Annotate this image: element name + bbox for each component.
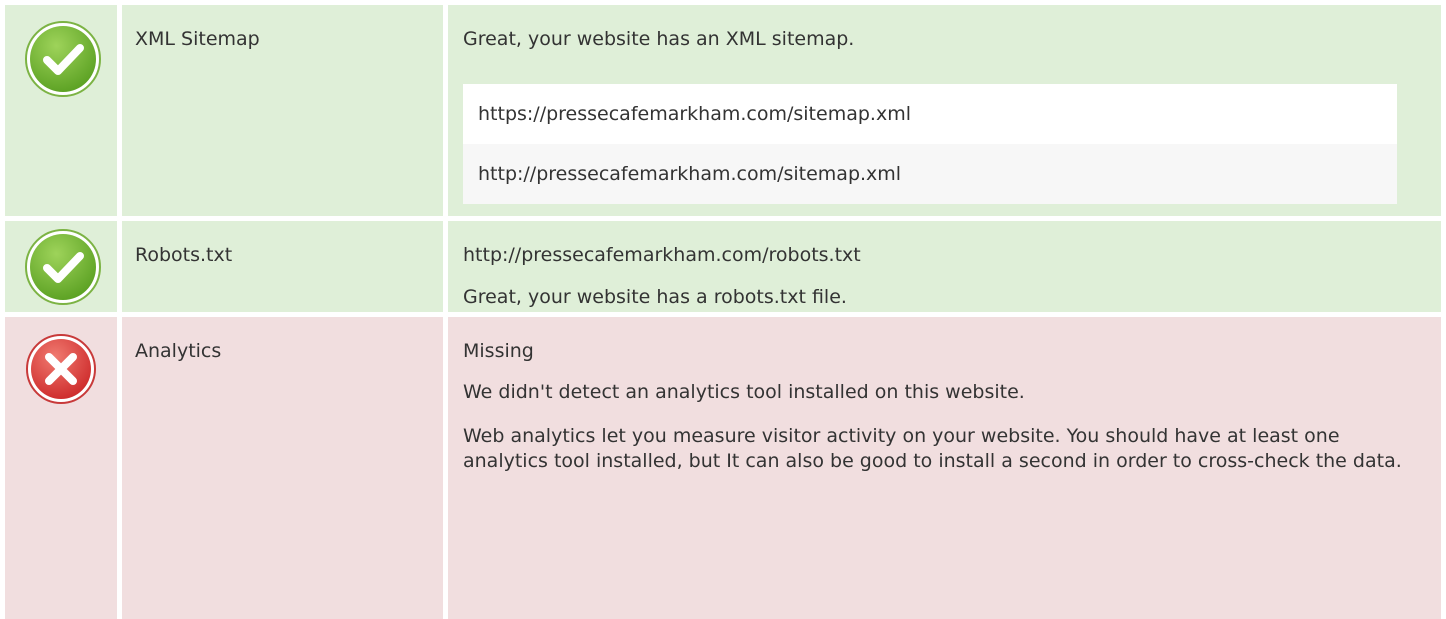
analytics-result: Missing xyxy=(463,340,534,362)
check-label-cell: Analytics xyxy=(122,317,443,619)
check-label-cell: Robots.txt xyxy=(122,221,443,312)
error-circle-icon xyxy=(25,333,97,405)
sitemap-message: Great, your website has an XML sitemap. xyxy=(463,28,855,50)
check-row-robots-txt: Robots.txt http://pressecafemarkham.com/… xyxy=(0,221,1446,312)
check-circle-icon xyxy=(23,19,103,99)
seo-report: XML Sitemap Great, your website has an X… xyxy=(0,0,1446,619)
status-icon-cell xyxy=(5,221,117,312)
check-result-cell: http://pressecafemarkham.com/robots.txt … xyxy=(448,221,1441,312)
sitemap-url-item: https://pressecafemarkham.com/sitemap.xm… xyxy=(463,84,1397,144)
check-result-cell: Great, your website has an XML sitemap. … xyxy=(448,5,1441,216)
check-label: Analytics xyxy=(135,340,222,362)
status-icon-cell xyxy=(5,5,117,216)
check-label-cell: XML Sitemap xyxy=(122,5,443,216)
check-circle-icon xyxy=(23,227,103,307)
check-label: Robots.txt xyxy=(135,244,233,266)
analytics-advice: Web analytics let you measure visitor ac… xyxy=(463,425,1402,472)
analytics-message: We didn't detect an analytics tool insta… xyxy=(463,381,1025,403)
check-result-cell: Missing We didn't detect an analytics to… xyxy=(448,317,1441,619)
robots-message: Great, your website has a robots.txt fil… xyxy=(463,286,847,308)
sitemap-url-item: http://pressecafemarkham.com/sitemap.xml xyxy=(463,144,1397,204)
check-row-xml-sitemap: XML Sitemap Great, your website has an X… xyxy=(0,5,1446,216)
check-label: XML Sitemap xyxy=(135,28,260,50)
status-icon-cell xyxy=(5,317,117,619)
robots-url: http://pressecafemarkham.com/robots.txt xyxy=(463,244,861,266)
check-row-analytics: Analytics Missing We didn't detect an an… xyxy=(0,317,1446,619)
